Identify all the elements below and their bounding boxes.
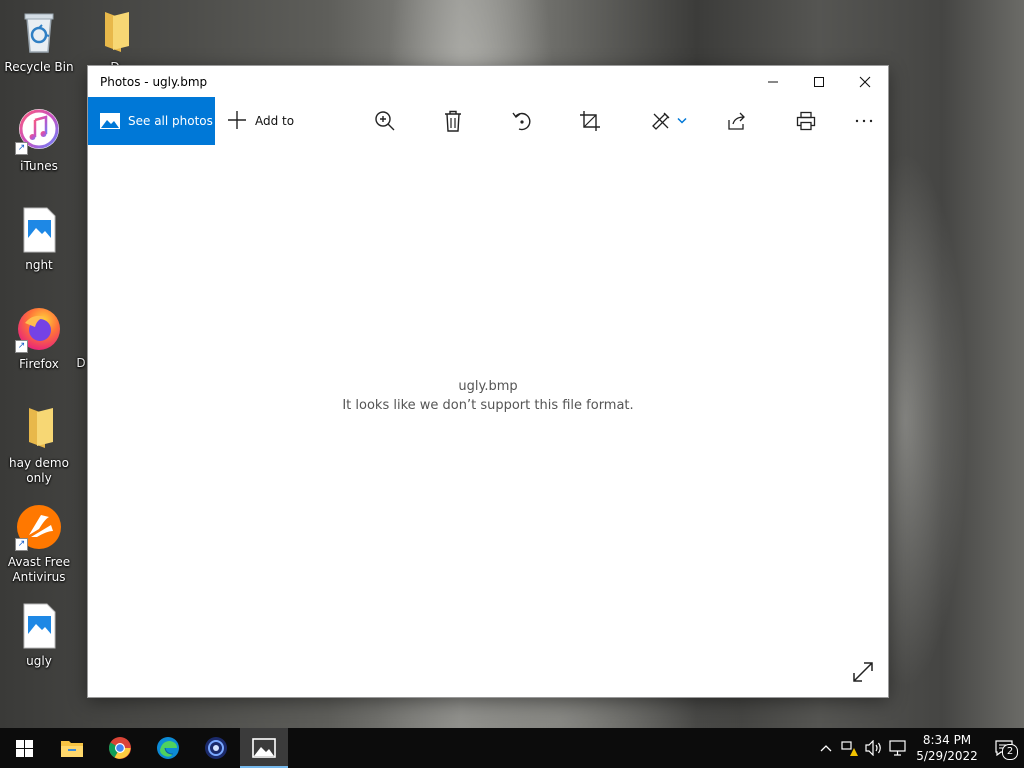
add-to-button[interactable]: Add to bbox=[227, 110, 294, 132]
title-bar[interactable]: Photos - ugly.bmp bbox=[88, 66, 888, 97]
folder-icon bbox=[91, 8, 139, 56]
crop-button[interactable] bbox=[575, 107, 605, 135]
taskbar: 8:34 PM 5/29/2022 2 bbox=[0, 728, 1024, 768]
trash-icon bbox=[445, 110, 461, 132]
close-icon bbox=[859, 76, 871, 87]
crop-icon bbox=[580, 111, 600, 131]
unsupported-format-message: ugly.bmp It looks like we don’t support … bbox=[88, 377, 888, 415]
plus-icon bbox=[227, 110, 247, 132]
edge-icon bbox=[157, 737, 179, 759]
desktop-icon-label: hay demo only bbox=[9, 456, 69, 485]
app-icon bbox=[205, 737, 227, 759]
chrome-icon bbox=[109, 737, 131, 759]
desktop-icon-label: Avast Free Antivirus bbox=[7, 555, 71, 584]
window-title: Photos - ugly.bmp bbox=[100, 74, 208, 89]
firefox-icon: ↗ bbox=[15, 305, 63, 353]
minimize-button[interactable] bbox=[750, 66, 796, 97]
desktop-icon-label: iTunes bbox=[20, 159, 58, 173]
file-name-text: ugly.bmp bbox=[458, 379, 518, 394]
network-icon bbox=[889, 740, 906, 756]
file-explorer-icon bbox=[61, 741, 83, 757]
share-button[interactable] bbox=[722, 107, 752, 135]
windows-logo-icon bbox=[15, 739, 33, 757]
shortcut-arrow-icon: ↗ bbox=[15, 538, 28, 551]
start-button[interactable] bbox=[0, 728, 48, 768]
edit-draw-icon bbox=[652, 112, 670, 130]
desktop-icon-avast[interactable]: ↗ Avast Free Antivirus bbox=[0, 503, 78, 585]
fullscreen-button[interactable] bbox=[852, 661, 874, 683]
see-all-photos-label: See all photos bbox=[128, 114, 213, 128]
zoom-button[interactable] bbox=[370, 107, 400, 135]
tray-network[interactable] bbox=[886, 728, 910, 768]
printer-icon bbox=[796, 111, 816, 131]
tray-volume[interactable] bbox=[862, 728, 886, 768]
shortcut-arrow-icon: ↗ bbox=[15, 340, 28, 353]
system-tray: 8:34 PM 5/29/2022 2 bbox=[814, 728, 1024, 768]
close-button[interactable] bbox=[842, 66, 888, 97]
desktop-icon-itunes[interactable]: ↗ iTunes bbox=[0, 107, 78, 174]
photos-icon bbox=[252, 738, 276, 758]
desktop-icon-nght[interactable]: nght bbox=[0, 206, 78, 273]
share-icon bbox=[728, 112, 745, 130]
error-text: It looks like we don’t support this file… bbox=[342, 398, 634, 413]
itunes-icon: ↗ bbox=[15, 107, 63, 155]
taskbar-edge[interactable] bbox=[144, 728, 192, 768]
notification-count-badge: 2 bbox=[1002, 744, 1018, 760]
photos-toolbar: See all photos Add to bbox=[88, 97, 888, 145]
rotate-button[interactable] bbox=[507, 107, 537, 135]
photos-window: Photos - ugly.bmp See all photos Add to bbox=[88, 66, 888, 697]
print-button[interactable] bbox=[791, 107, 821, 135]
desktop-icon-hay-demo-only[interactable]: hay demo only bbox=[0, 404, 78, 486]
minimize-icon bbox=[768, 81, 778, 82]
chevron-up-icon bbox=[820, 745, 832, 752]
network-warning-icon bbox=[841, 741, 858, 756]
clock-date: 5/29/2022 bbox=[916, 749, 978, 763]
desktop-icon-label: ugly bbox=[26, 654, 52, 668]
edit-draw-button[interactable] bbox=[646, 107, 692, 135]
tray-network-warning[interactable] bbox=[838, 728, 862, 768]
taskbar-chrome[interactable] bbox=[96, 728, 144, 768]
maximize-icon bbox=[814, 76, 824, 87]
folder-icon bbox=[15, 404, 63, 452]
show-hidden-icons-button[interactable] bbox=[814, 728, 838, 768]
more-options-button[interactable] bbox=[849, 107, 879, 135]
add-to-label: Add to bbox=[255, 114, 295, 128]
maximize-button[interactable] bbox=[796, 66, 842, 97]
rotate-icon bbox=[512, 112, 531, 131]
desktop-icon-ugly[interactable]: ugly bbox=[0, 602, 78, 669]
taskbar-app[interactable] bbox=[192, 728, 240, 768]
shortcut-arrow-icon: ↗ bbox=[15, 142, 28, 155]
see-all-photos-button[interactable]: See all photos bbox=[88, 97, 215, 145]
zoom-in-icon bbox=[375, 111, 395, 131]
more-icon bbox=[855, 119, 873, 123]
recycle-bin-icon bbox=[15, 8, 63, 56]
taskbar-photos[interactable] bbox=[240, 728, 288, 768]
clock-time: 8:34 PM bbox=[922, 733, 972, 747]
taskbar-file-explorer[interactable] bbox=[48, 728, 96, 768]
delete-button[interactable] bbox=[438, 107, 468, 135]
expand-icon bbox=[853, 662, 873, 682]
chevron-down-icon bbox=[677, 117, 687, 124]
desktop-icon-partial-folder[interactable]: D bbox=[76, 8, 154, 75]
taskbar-clock[interactable]: 8:34 PM 5/29/2022 bbox=[910, 732, 984, 764]
action-center-button[interactable]: 2 bbox=[984, 728, 1024, 768]
image-file-icon bbox=[15, 206, 63, 254]
volume-icon bbox=[865, 740, 881, 756]
photo-icon bbox=[100, 113, 120, 129]
image-file-icon bbox=[15, 602, 63, 650]
desktop-icon-label: nght bbox=[25, 258, 53, 272]
avast-icon: ↗ bbox=[15, 503, 63, 551]
desktop-icon-recycle-bin[interactable]: Recycle Bin bbox=[0, 8, 78, 75]
desktop-icon-label: Recycle Bin bbox=[4, 60, 74, 74]
